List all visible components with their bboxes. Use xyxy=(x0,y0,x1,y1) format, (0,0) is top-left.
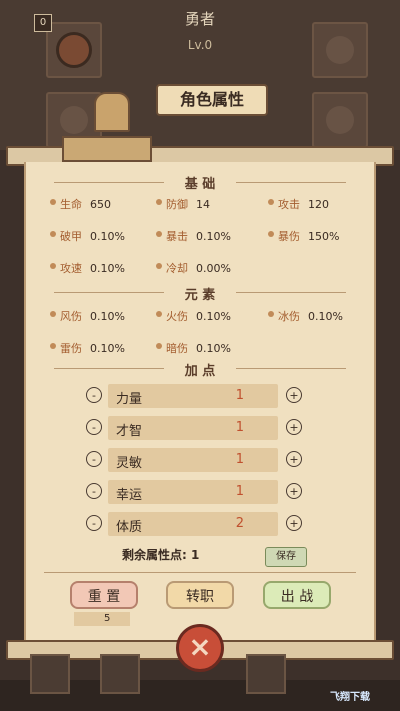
plus-button[interactable]: + xyxy=(286,483,302,499)
minus-button[interactable]: - xyxy=(86,515,102,531)
remaining-points: 剩余属性点: 1 xyxy=(122,548,200,562)
stat-icon xyxy=(268,231,274,237)
point-row: - 幸运 1 + xyxy=(86,480,304,504)
divider xyxy=(54,368,164,369)
stat-icon xyxy=(156,263,162,269)
stat-icon xyxy=(156,231,162,237)
point-bar: 才智 1 xyxy=(108,416,278,440)
minus-button[interactable]: - xyxy=(86,419,102,435)
stat-item: 暗伤 0.10% xyxy=(156,340,231,356)
divider xyxy=(236,292,346,293)
stat-item: 冷却 0.00% xyxy=(156,260,231,276)
resource-count: 5 xyxy=(104,613,111,624)
shield-icon xyxy=(56,32,92,68)
point-row: - 力量 1 + xyxy=(86,384,304,408)
fight-button[interactable]: 出 战 xyxy=(263,581,331,609)
section-element-title: 元 素 xyxy=(184,288,216,303)
clip-base xyxy=(62,136,152,162)
stat-icon xyxy=(50,263,56,269)
save-button[interactable]: 保存 xyxy=(265,547,307,567)
stat-item: 雷伤 0.10% xyxy=(50,340,125,356)
plus-button[interactable]: + xyxy=(286,419,302,435)
divider xyxy=(236,368,346,369)
stat-icon xyxy=(50,311,56,317)
stat-item: 火伤 0.10% xyxy=(156,308,231,324)
stat-item: 冰伤 0.10% xyxy=(268,308,343,324)
stat-item: 暴伤 150% xyxy=(268,228,339,244)
resource-counter: 5 xyxy=(74,612,130,626)
stat-icon xyxy=(50,199,56,205)
empty-slot-icon xyxy=(60,106,88,134)
plus-button[interactable]: + xyxy=(286,387,302,403)
divider xyxy=(54,292,164,293)
stat-item: 生命 650 xyxy=(50,196,111,212)
bottom-menu-slot[interactable] xyxy=(100,654,140,694)
stat-icon xyxy=(268,199,274,205)
reset-button[interactable]: 重 置 xyxy=(70,581,138,609)
stat-icon xyxy=(156,199,162,205)
stat-icon xyxy=(156,343,162,349)
bottom-menu-slot[interactable] xyxy=(30,654,70,694)
point-bar: 体质 2 xyxy=(108,512,278,536)
empty-slot-icon xyxy=(326,36,354,64)
stat-icon xyxy=(156,311,162,317)
stat-item: 暴击 0.10% xyxy=(156,228,231,244)
stat-icon xyxy=(50,343,56,349)
divider xyxy=(44,572,356,573)
point-bar: 幸运 1 xyxy=(108,480,278,504)
minus-button[interactable]: - xyxy=(86,483,102,499)
close-button[interactable]: × xyxy=(176,624,224,672)
stat-icon xyxy=(268,311,274,317)
job-change-button[interactable]: 转职 xyxy=(166,581,234,609)
point-bar: 灵敏 1 xyxy=(108,448,278,472)
plus-button[interactable]: + xyxy=(286,451,302,467)
divider xyxy=(54,182,164,183)
equip-count-badge: 0 xyxy=(34,14,52,32)
minus-button[interactable]: - xyxy=(86,387,102,403)
equipment-slot-empty[interactable] xyxy=(312,92,368,148)
stat-item: 破甲 0.10% xyxy=(50,228,125,244)
empty-slot-icon xyxy=(326,106,354,134)
stat-item: 攻击 120 xyxy=(268,196,329,212)
minus-button[interactable]: - xyxy=(86,451,102,467)
stat-item: 防御 14 xyxy=(156,196,210,212)
clip-icon xyxy=(94,92,130,132)
equipment-slot-shield[interactable] xyxy=(46,22,102,78)
watermark-text: 飞翔下载 xyxy=(330,692,370,703)
point-row: - 灵敏 1 + xyxy=(86,448,304,472)
divider xyxy=(236,182,346,183)
point-row: - 体质 2 + xyxy=(86,512,304,536)
stat-item: 攻速 0.10% xyxy=(50,260,125,276)
panel-title: 角色属性 xyxy=(156,84,268,116)
equipment-slot-empty[interactable] xyxy=(312,22,368,78)
point-bar: 力量 1 xyxy=(108,384,278,408)
plus-button[interactable]: + xyxy=(286,515,302,531)
stat-item: 风伤 0.10% xyxy=(50,308,125,324)
stat-icon xyxy=(50,231,56,237)
point-row: - 才智 1 + xyxy=(86,416,304,440)
bottom-menu-slot[interactable] xyxy=(246,654,286,694)
section-points-title: 加 点 xyxy=(184,364,216,379)
